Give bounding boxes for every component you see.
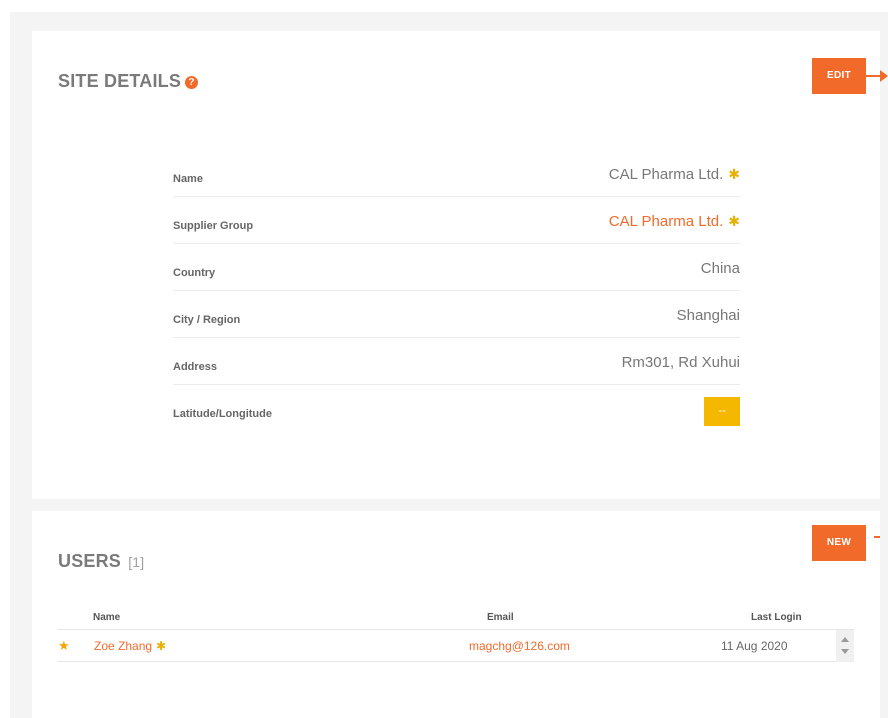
required-asterisk-icon: ✱ <box>156 639 167 653</box>
new-connector-line <box>874 536 880 538</box>
users-table: Name Email Last Login ★ Zoe Zhang ✱ magch… <box>58 611 854 662</box>
table-row[interactable]: ★ Zoe Zhang ✱ magchg@126.com 11 Aug 2020 <box>58 630 854 662</box>
detail-label: Address <box>173 361 218 373</box>
detail-row-address: Address Rm301, Rd Xuhui <box>173 338 740 385</box>
detail-value-name: CAL Pharma Ltd. ✱ <box>609 166 740 183</box>
users-count: [1] <box>128 554 145 570</box>
detail-row-supplier-group: Supplier Group CAL Pharma Ltd. ✱ <box>173 197 740 244</box>
user-name-cell: Zoe Zhang ✱ <box>94 639 166 653</box>
table-scrollbar[interactable] <box>836 630 854 662</box>
detail-row-name: Name CAL Pharma Ltd. ✱ <box>173 150 740 197</box>
edit-button[interactable]: EDIT <box>812 58 866 94</box>
users-title-text: USERS <box>58 551 122 571</box>
users-table-header: Name Email Last Login <box>58 611 854 630</box>
detail-label: Supplier Group <box>173 220 254 232</box>
edit-connector-line <box>866 75 880 77</box>
detail-row-country: Country China <box>173 244 740 291</box>
users-title: USERS [1] <box>58 551 144 572</box>
site-details-card: SITE DETAILS? EDIT Name CAL Pharma Ltd. ✱… <box>32 31 888 499</box>
new-user-button[interactable]: NEW <box>812 525 866 561</box>
latlong-button[interactable]: -- <box>704 397 740 426</box>
detail-value-supplier-group: CAL Pharma Ltd. ✱ <box>609 213 740 230</box>
detail-value-address: Rm301, Rd Xuhui <box>621 354 740 371</box>
site-details-list: Name CAL Pharma Ltd. ✱ Supplier Group CAL… <box>173 150 740 432</box>
scroll-down-icon[interactable] <box>841 649 849 654</box>
detail-value-city: Shanghai <box>676 307 740 324</box>
edit-arrow-icon <box>880 70 888 82</box>
scroll-up-icon[interactable] <box>841 637 849 642</box>
site-details-title: SITE DETAILS? <box>58 71 199 92</box>
column-header-email[interactable]: Email <box>487 612 514 623</box>
users-card: USERS [1] NEW Name Email Last Login ★ Zo… <box>32 511 880 718</box>
user-name-link[interactable]: Zoe Zhang <box>94 639 152 653</box>
required-asterisk-icon: ✱ <box>728 166 740 182</box>
detail-label: Name <box>173 173 203 185</box>
required-asterisk-icon: ✱ <box>728 213 740 229</box>
user-email-link[interactable]: magchg@126.com <box>469 639 570 653</box>
column-header-last-login[interactable]: Last Login <box>751 612 802 623</box>
detail-row-latlong: Latitude/Longitude -- <box>173 385 740 432</box>
page-background: SITE DETAILS? EDIT Name CAL Pharma Ltd. ✱… <box>10 12 888 718</box>
detail-value-country: China <box>700 260 740 277</box>
column-header-name[interactable]: Name <box>93 612 120 623</box>
detail-value-text: CAL Pharma Ltd. <box>608 166 724 183</box>
question-circle-icon[interactable]: ? <box>185 76 199 89</box>
detail-row-city: City / Region Shanghai <box>173 291 740 338</box>
detail-label: City / Region <box>173 314 241 326</box>
site-details-title-text: SITE DETAILS <box>58 71 182 91</box>
user-last-login: 11 Aug 2020 <box>721 639 788 653</box>
detail-label: Latitude/Longitude <box>173 408 272 420</box>
detail-label: Country <box>173 267 216 279</box>
star-icon[interactable]: ★ <box>58 638 70 654</box>
supplier-group-link[interactable]: CAL Pharma Ltd. <box>609 213 724 230</box>
